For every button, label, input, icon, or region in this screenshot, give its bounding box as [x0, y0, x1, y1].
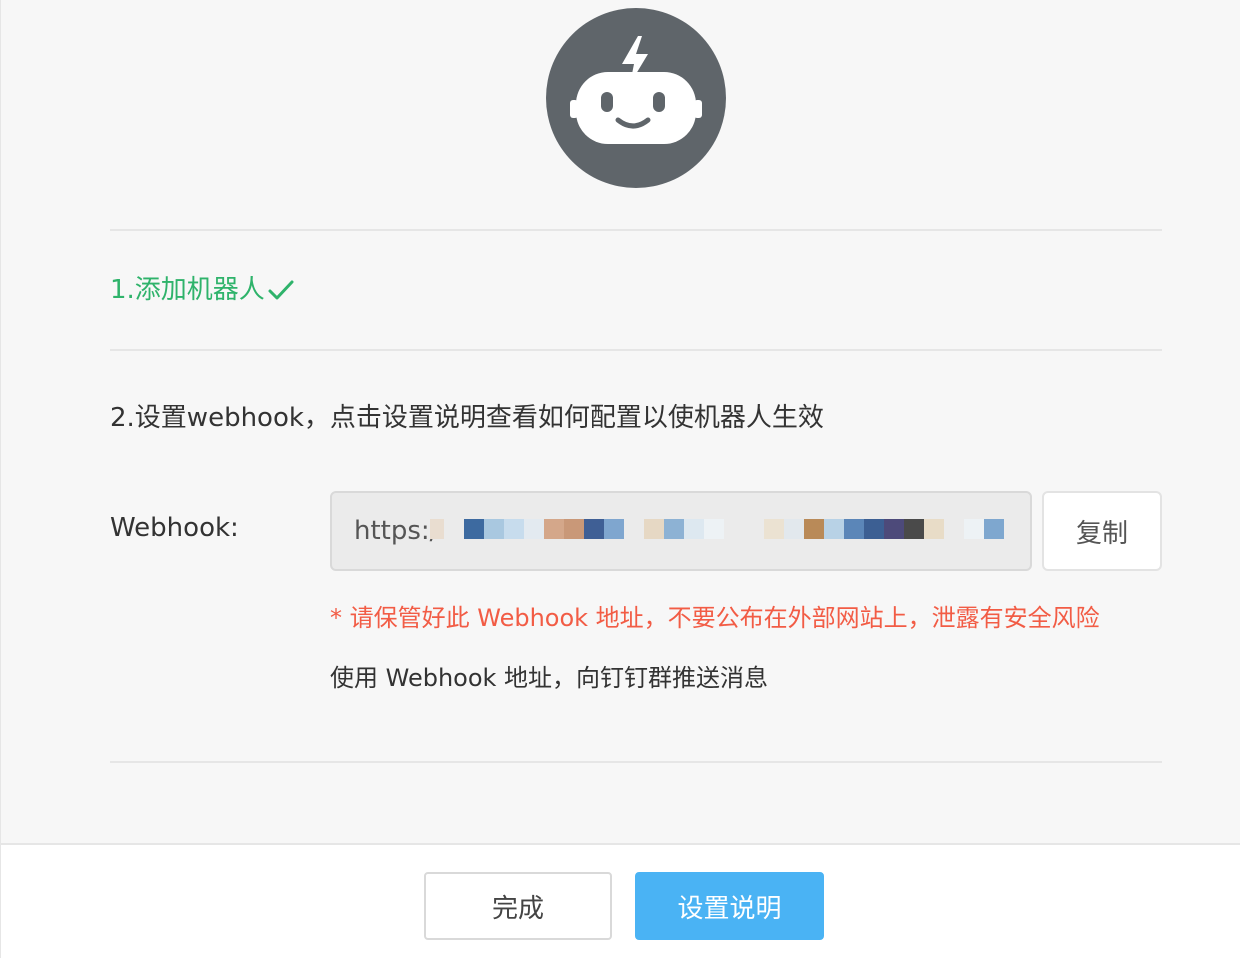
dialog-footer: 完成 设置说明	[1, 843, 1240, 958]
robot-icon	[546, 8, 726, 188]
copy-button[interactable]: 复制	[1042, 491, 1162, 571]
robot-setup-dialog: 1.添加机器人 2.设置webhook，点击设置说明查看如何配置以使机器人生效 …	[0, 0, 1240, 958]
step1-text: 1.添加机器人	[110, 275, 265, 305]
divider-top	[110, 229, 1162, 231]
step2-instruction: 2.设置webhook，点击设置说明查看如何配置以使机器人生效	[110, 403, 824, 433]
divider-bottom	[110, 761, 1162, 763]
webhook-usage-hint: 使用 Webhook 地址，向钉钉群推送消息	[330, 664, 769, 692]
robot-avatar	[546, 8, 726, 188]
webhook-url-prefix: https:/	[354, 516, 439, 546]
webhook-url-field[interactable]: https:/	[330, 491, 1032, 571]
divider-middle	[110, 349, 1162, 351]
webhook-url-redacted	[430, 517, 1015, 541]
setup-help-button[interactable]: 设置说明	[635, 872, 824, 940]
security-warning: * 请保管好此 Webhook 地址，不要公布在外部网站上，泄露有安全风险	[330, 604, 1100, 632]
done-button[interactable]: 完成	[424, 872, 612, 940]
webhook-label: Webhook:	[110, 513, 239, 543]
step1-status: 1.添加机器人	[110, 272, 295, 308]
check-icon	[268, 280, 294, 300]
